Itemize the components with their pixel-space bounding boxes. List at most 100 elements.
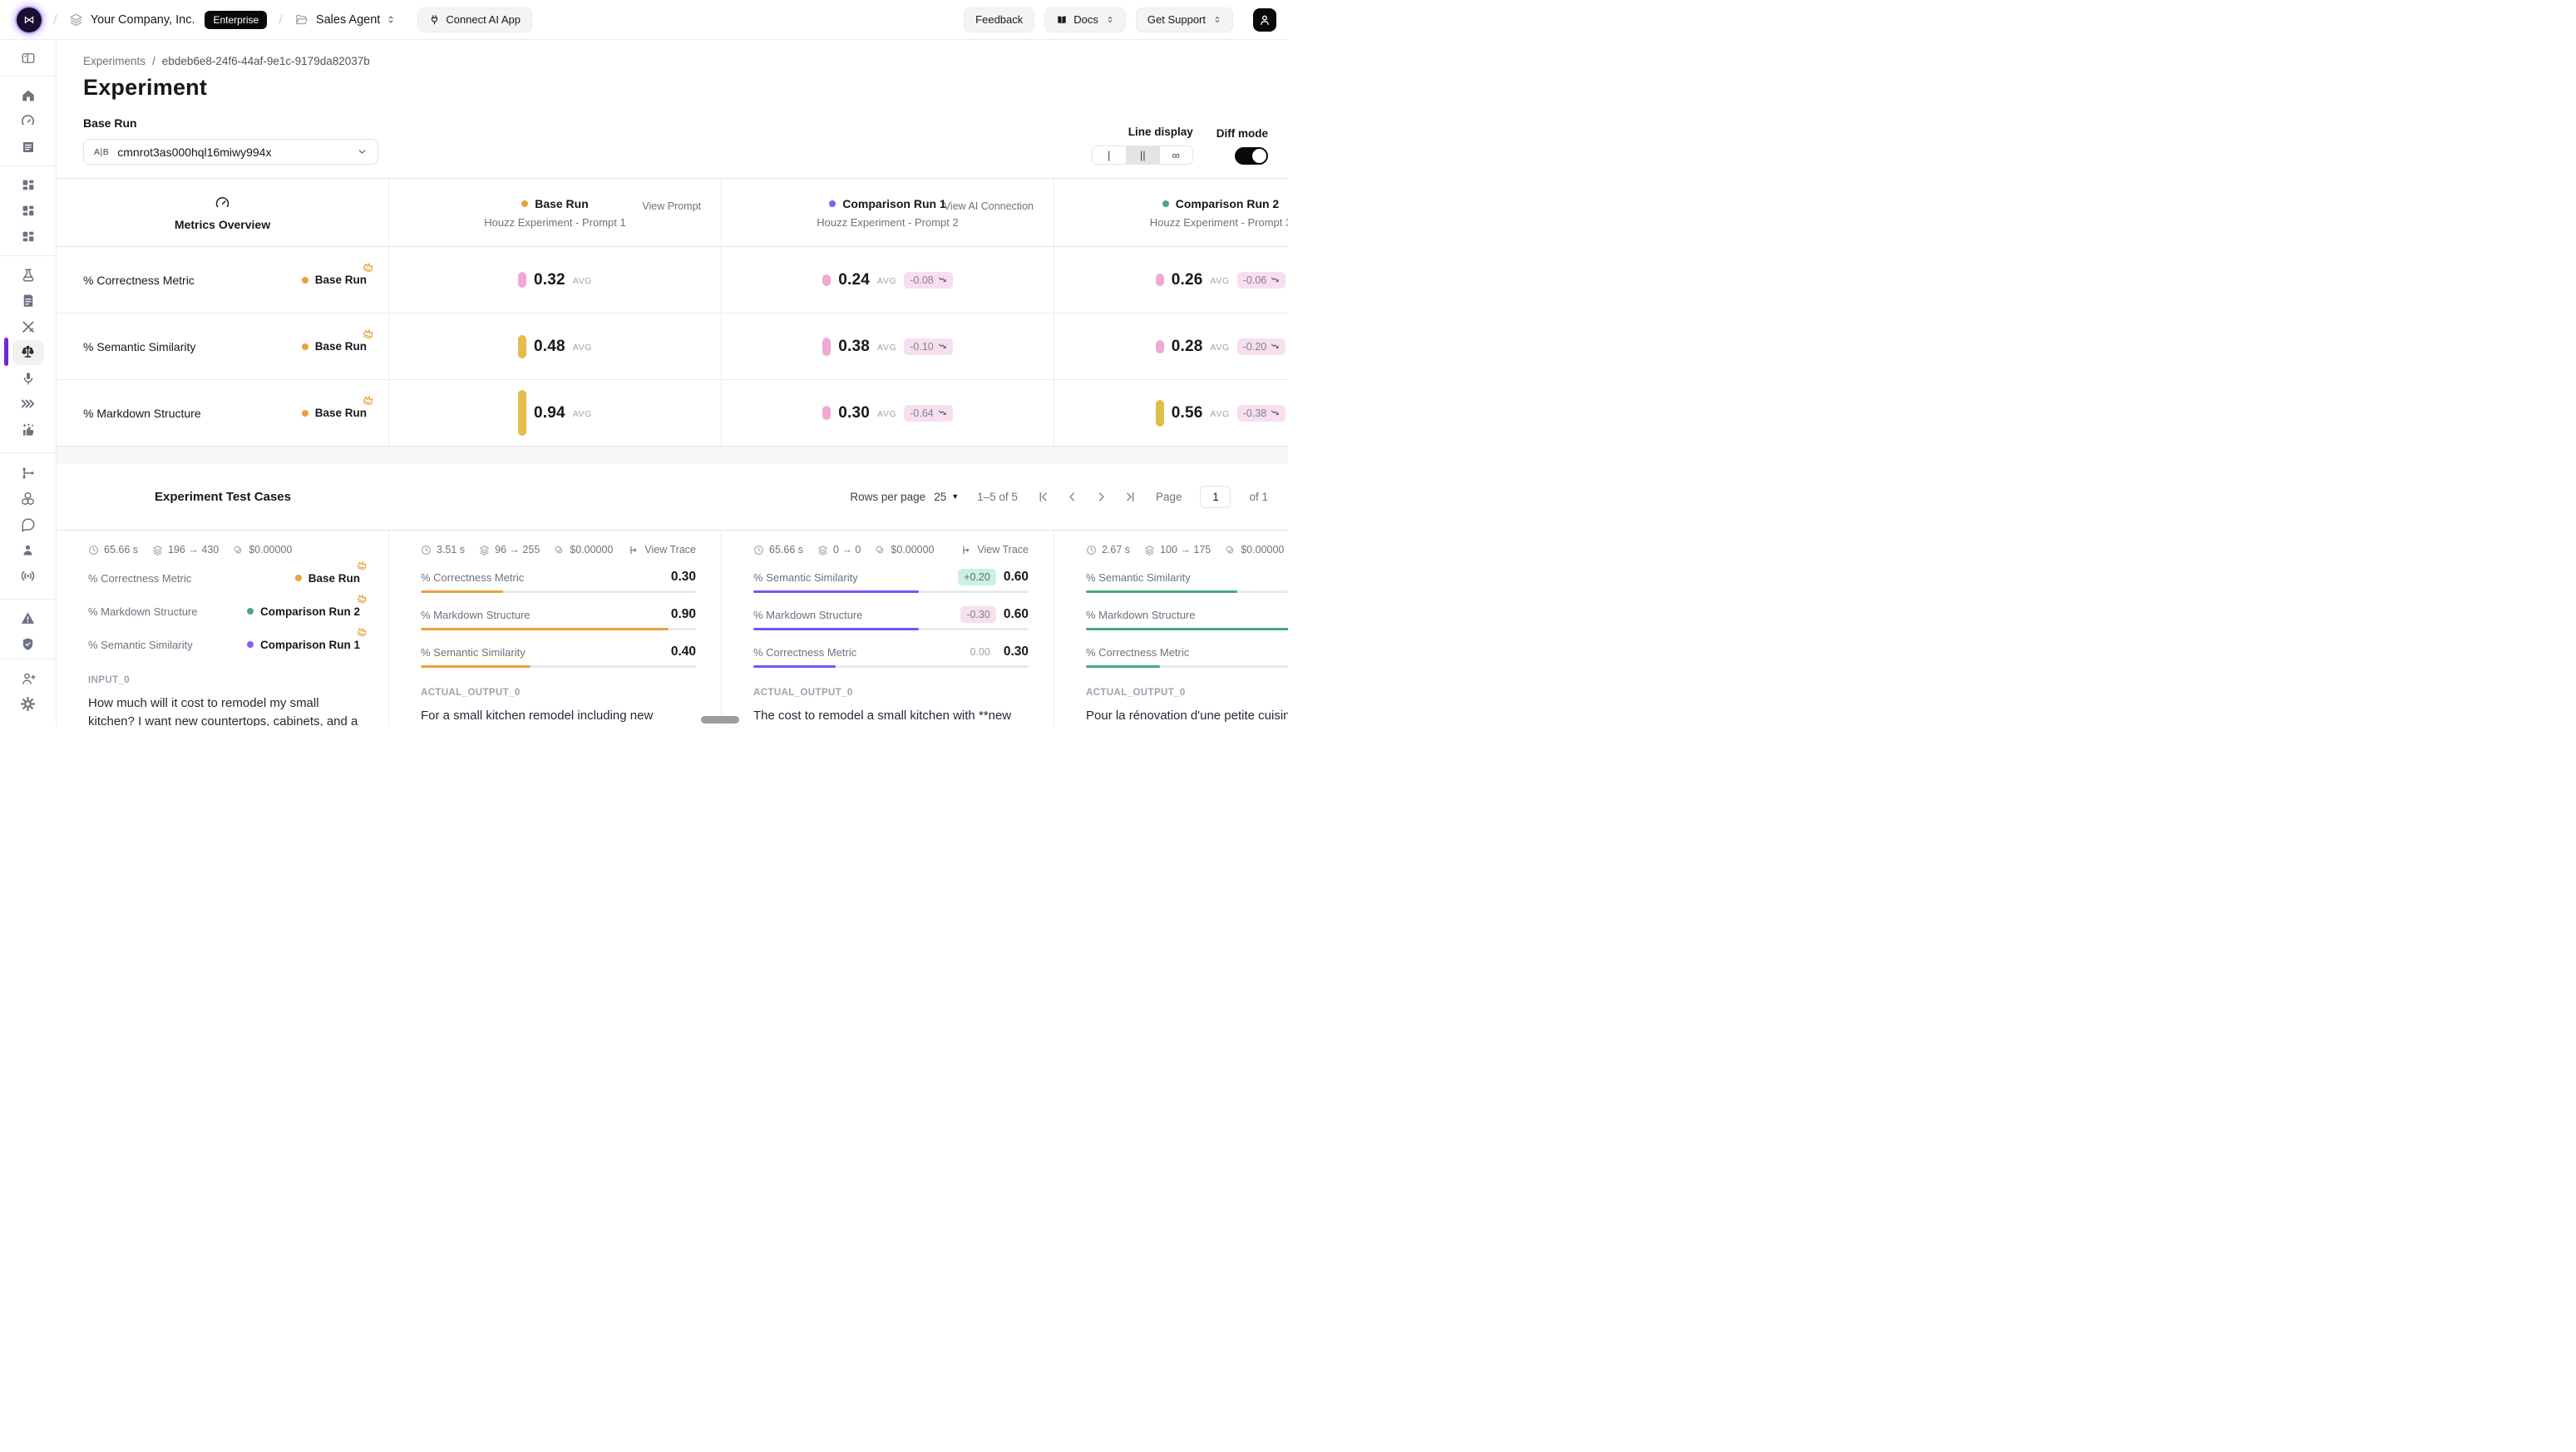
winner-label: Comparison Run 2 bbox=[260, 605, 360, 618]
metric-name: % Markdown Structure bbox=[88, 605, 198, 618]
sidebar-item-guardrails[interactable] bbox=[0, 631, 56, 657]
view-ai-connection-link[interactable]: View AI Connection bbox=[944, 200, 1034, 212]
sidebar-item-online-evals[interactable] bbox=[0, 563, 56, 589]
feedback-button[interactable]: Feedback bbox=[964, 7, 1034, 32]
cost-value: $0.00000 bbox=[570, 544, 613, 556]
line-option-infinite[interactable]: ∞ bbox=[1159, 146, 1192, 164]
test-case-comp2-card[interactable]: 2.67 s 100 → 175 $0.00000 % Semantic Sim… bbox=[1054, 531, 1288, 726]
sidebar-item-tracing[interactable] bbox=[0, 460, 56, 486]
metric-value: 0.90 bbox=[671, 607, 696, 622]
sidebar-item-experiments[interactable] bbox=[0, 262, 56, 288]
sidebar-item-arena[interactable] bbox=[0, 314, 56, 339]
sidebar-group-main bbox=[0, 77, 56, 160]
swords-icon bbox=[21, 319, 36, 334]
flask-icon bbox=[21, 268, 36, 283]
metric-value: 0.30 bbox=[1004, 645, 1029, 659]
sidebar-item-board-1[interactable] bbox=[0, 172, 56, 198]
sidebar-item-datasets[interactable] bbox=[0, 288, 56, 314]
metric-row: % Semantic Similarity Base Run 0.48 AVG … bbox=[57, 314, 1288, 380]
sidebar-item-home[interactable] bbox=[0, 82, 56, 108]
base-run-control: Base Run A|B cmnrot3as000hql16miwy994x bbox=[83, 116, 378, 165]
horizontal-scrollbar-thumb[interactable] bbox=[701, 716, 739, 724]
test-case-overview-card[interactable]: 65.66 s 196 → 430 $0.00000 % Correctness… bbox=[57, 531, 389, 726]
view-trace-link[interactable]: View Trace bbox=[629, 544, 696, 556]
metric-name: % Markdown Structure bbox=[421, 609, 530, 621]
get-support-button[interactable]: Get Support bbox=[1136, 7, 1233, 32]
connect-ai-app-button[interactable]: Connect AI App bbox=[417, 7, 532, 32]
sidebar-item-users[interactable] bbox=[0, 537, 56, 563]
page-number-input[interactable]: 1 bbox=[1200, 486, 1231, 508]
diff-mode-control: Diff mode bbox=[1216, 127, 1268, 165]
avg-label: AVG bbox=[1211, 343, 1230, 353]
avg-label: AVG bbox=[573, 409, 592, 419]
grid-icon bbox=[21, 178, 36, 193]
microphone-icon bbox=[21, 371, 36, 386]
sidebar-item-comparison[interactable] bbox=[0, 339, 56, 365]
sidebar-item-settings[interactable] bbox=[0, 691, 56, 717]
stats-row: 3.51 s 96 → 255 $0.00000 View Trace bbox=[421, 544, 696, 556]
docs-button[interactable]: Docs bbox=[1044, 7, 1126, 32]
winner-row: % Semantic Similarity Comparison Run 1 bbox=[88, 634, 363, 655]
document-icon bbox=[21, 294, 36, 309]
clock-icon bbox=[88, 545, 99, 556]
folder-icon bbox=[294, 12, 308, 27]
field-text: For a small kitchen remodel including ne… bbox=[421, 707, 696, 726]
field-label: ACTUAL_OUTPUT_0 bbox=[753, 688, 1029, 698]
view-prompt-link[interactable]: View Prompt bbox=[642, 200, 701, 212]
diff-badge: -0.38 bbox=[1237, 405, 1286, 422]
breadcrumb-id: ebdeb6e8-24f6-44af-9e1c-9179da82037b bbox=[162, 55, 370, 67]
first-page-button[interactable] bbox=[1036, 490, 1050, 504]
plan-badge: Enterprise bbox=[205, 11, 267, 29]
score-pill bbox=[1156, 274, 1164, 286]
winner-label: Base Run bbox=[315, 274, 367, 286]
org-switcher[interactable]: Your Company, Inc. bbox=[91, 13, 195, 27]
sidebar-item-conversations[interactable] bbox=[0, 511, 56, 537]
ab-icon: A|B bbox=[94, 147, 109, 157]
last-page-button[interactable] bbox=[1123, 490, 1137, 504]
field-text: Pour la rénovation d'une petite cuisine … bbox=[1086, 707, 1288, 726]
rows-per-page-select[interactable]: 25 ▼ bbox=[934, 491, 959, 503]
sidebar-item-components[interactable] bbox=[0, 486, 56, 511]
metric-bar-fill bbox=[1086, 628, 1288, 630]
metric-bar bbox=[1086, 628, 1288, 630]
sidebar-item-automation[interactable] bbox=[0, 391, 56, 417]
winner-run: Base Run bbox=[302, 340, 367, 353]
base-run-select[interactable]: A|B cmnrot3as000hql16miwy994x bbox=[83, 139, 378, 165]
diff-mode-toggle[interactable] bbox=[1235, 147, 1268, 165]
line-option-single[interactable]: | bbox=[1093, 146, 1126, 164]
diff-badge: -0.30 bbox=[960, 606, 996, 623]
sidebar-item-voice[interactable] bbox=[0, 365, 56, 391]
sidebar-item-dashboard[interactable] bbox=[0, 108, 56, 134]
trend-down-icon bbox=[1271, 342, 1280, 351]
trace-icon bbox=[629, 545, 639, 556]
sidebar-item-board-3[interactable] bbox=[0, 224, 56, 249]
user-avatar[interactable] bbox=[1253, 8, 1276, 32]
crown-icon bbox=[361, 326, 375, 340]
score-pill bbox=[822, 274, 831, 286]
base-run-value: cmnrot3as000hql16miwy994x bbox=[117, 146, 271, 159]
sidebar-item-board-2[interactable] bbox=[0, 198, 56, 224]
app-logo[interactable]: ⋈ bbox=[17, 7, 42, 32]
sidebar-toggle[interactable] bbox=[0, 47, 56, 70]
breadcrumb-root[interactable]: Experiments bbox=[83, 55, 146, 67]
metric-name: % Semantic Similarity bbox=[88, 639, 193, 651]
comparison-run-2-header: Comparison Run 2 Houzz Experiment - Prom… bbox=[1054, 179, 1288, 246]
layers-icon bbox=[479, 545, 490, 556]
prev-page-button[interactable] bbox=[1065, 490, 1079, 504]
line-option-double[interactable]: || bbox=[1126, 146, 1159, 164]
view-trace-link[interactable]: View Trace bbox=[961, 544, 1029, 556]
sidebar-item-incidents[interactable] bbox=[0, 605, 56, 631]
metric-name: % Correctness Metric bbox=[421, 571, 524, 584]
test-case-base-card[interactable]: 3.51 s 96 → 255 $0.00000 View Trace % Co… bbox=[389, 531, 722, 726]
chevron-updown-icon[interactable] bbox=[386, 13, 396, 26]
cost-value: $0.00000 bbox=[249, 544, 292, 556]
test-case-comp1-card[interactable]: 65.66 s 0 → 0 $0.00000 View Trace % Sema… bbox=[722, 531, 1054, 726]
metric-value: 0.60 bbox=[1004, 607, 1029, 622]
next-page-button[interactable] bbox=[1094, 490, 1108, 504]
sidebar-group-safety bbox=[0, 600, 56, 657]
run-subtitle: Houzz Experiment - Prompt 3 bbox=[1150, 216, 1288, 229]
sidebar-item-reports[interactable] bbox=[0, 134, 56, 160]
sidebar-item-review[interactable] bbox=[0, 417, 56, 442]
project-switcher[interactable]: Sales Agent bbox=[316, 13, 380, 27]
sidebar-item-invite[interactable] bbox=[0, 665, 56, 691]
